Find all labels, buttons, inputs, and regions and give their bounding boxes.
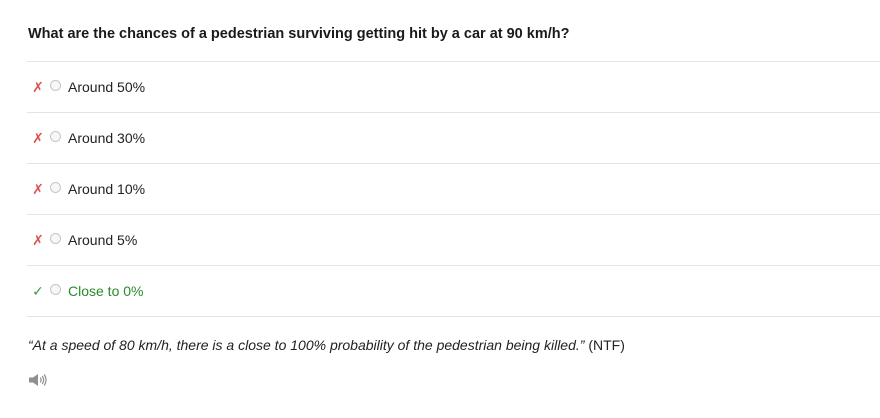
answer-option[interactable]: ✗ Around 10% [27, 164, 880, 215]
answer-label[interactable]: Around 50% [68, 78, 145, 96]
answer-label[interactable]: Around 10% [68, 180, 145, 198]
answer-option[interactable]: ✗ Around 5% [27, 215, 880, 266]
question-text: What are the chances of a pedestrian sur… [28, 26, 570, 42]
radio-button[interactable] [50, 233, 61, 244]
answer-label[interactable]: Close to 0% [68, 282, 143, 300]
answer-label[interactable]: Around 30% [68, 129, 145, 147]
explanation-source: (NTF) [584, 337, 625, 353]
explanation-quote: “At a speed of 80 km/h, there is a close… [28, 337, 585, 353]
wrong-mark-icon: ✗ [32, 181, 44, 197]
radio-button[interactable] [50, 131, 61, 142]
speaker-icon[interactable] [28, 373, 48, 387]
wrong-mark-icon: ✗ [32, 130, 44, 146]
wrong-mark-icon: ✗ [32, 232, 44, 248]
answer-label[interactable]: Around 5% [68, 231, 137, 249]
answer-option[interactable]: ✗ Around 50% [27, 62, 880, 113]
radio-button[interactable] [50, 284, 61, 295]
radio-button[interactable] [50, 182, 61, 193]
check-mark-icon: ✓ [32, 283, 44, 299]
explanation-text: “At a speed of 80 km/h, there is a close… [28, 337, 625, 353]
wrong-mark-icon: ✗ [32, 79, 44, 95]
radio-button[interactable] [50, 80, 61, 91]
answer-option-correct[interactable]: ✓ Close to 0% [27, 266, 880, 317]
answer-list: ✗ Around 50% ✗ Around 30% ✗ Around 10% ✗… [27, 61, 880, 317]
answer-option[interactable]: ✗ Around 30% [27, 113, 880, 164]
